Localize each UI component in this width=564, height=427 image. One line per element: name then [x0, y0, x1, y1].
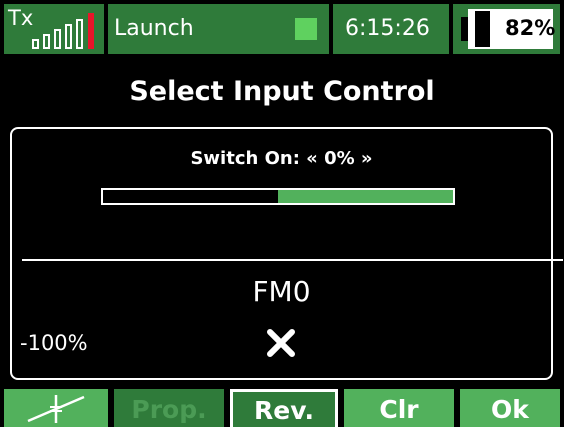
switch-position-bar	[101, 188, 455, 205]
close-icon	[267, 329, 295, 357]
input-min-value: -100%	[20, 331, 88, 355]
signal-bars-icon	[30, 9, 100, 49]
battery-cell: 82%	[453, 4, 560, 54]
switch-status-label: Switch On: « 0% »	[190, 148, 373, 169]
trim-icon	[27, 395, 85, 423]
transmitter-screen: Tx Launch 6:15:26 82% Select Input Contr…	[0, 0, 564, 427]
signal-bar	[43, 34, 50, 49]
battery-level-mark	[475, 11, 490, 47]
model-name: Launch	[114, 16, 194, 41]
signal-bar	[54, 29, 61, 49]
rev-button[interactable]: Rev.	[230, 389, 338, 427]
battery-terminal	[461, 17, 468, 41]
signal-alert-bar	[88, 13, 94, 49]
clock-time: 6:15:26	[345, 16, 430, 41]
softkey-bar: Prop. Rev. Clr Ok	[0, 389, 564, 427]
tx-signal-cell: Tx	[4, 4, 104, 54]
signal-bar	[65, 24, 72, 49]
signal-bar	[76, 19, 83, 49]
prop-button[interactable]: Prop.	[114, 389, 224, 427]
status-bar: Tx Launch 6:15:26 82%	[0, 0, 564, 58]
trim-button[interactable]	[4, 389, 108, 427]
input-control-panel: Switch On: « 0% » FM0 -100%	[10, 127, 563, 380]
page-title: Select Input Control	[129, 76, 435, 107]
selected-input-name[interactable]: FM0	[12, 275, 551, 308]
clear-button[interactable]: Clr	[344, 389, 454, 427]
ok-button[interactable]: Ok	[460, 389, 560, 427]
battery-percent: 82%	[505, 16, 556, 40]
signal-bar	[32, 39, 39, 49]
model-cell[interactable]: Launch	[108, 4, 329, 54]
bar-negative-half	[103, 190, 278, 203]
model-indicator-icon	[295, 18, 317, 40]
bar-fill	[278, 190, 453, 203]
time-cell: 6:15:26	[333, 4, 449, 54]
panel-divider	[22, 259, 563, 261]
